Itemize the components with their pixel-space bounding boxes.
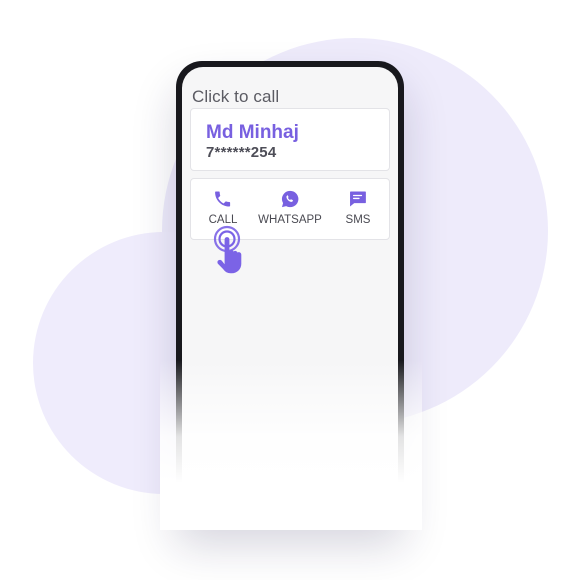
contact-name: Md Minhaj (206, 122, 299, 143)
page-title: Click to call (192, 87, 280, 106)
whatsapp-button[interactable]: WHATSAPP (258, 189, 322, 226)
call-button[interactable]: CALL (209, 189, 237, 226)
sms-icon (350, 191, 367, 207)
whatsapp-label: WHATSAPP (258, 214, 322, 226)
phone-screen: Click to call Md Minhaj 7******254 CALL … (182, 67, 398, 521)
contact-card: Md Minhaj 7******254 (190, 108, 390, 171)
tap-hand-icon (213, 225, 242, 274)
phone-mockup: Click to call Md Minhaj 7******254 CALL … (176, 61, 404, 521)
sms-button[interactable]: SMS (345, 189, 371, 226)
phone-icon (215, 191, 231, 207)
whatsapp-icon (281, 190, 299, 208)
contact-number: 7******254 (206, 144, 277, 161)
sms-label: SMS (345, 214, 371, 226)
